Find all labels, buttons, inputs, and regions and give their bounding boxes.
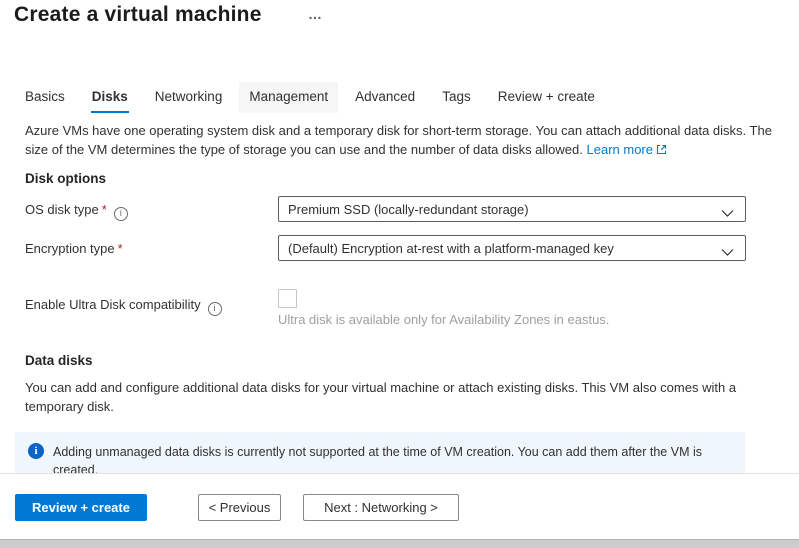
more-options-icon[interactable]: … (308, 6, 323, 22)
bottom-edge-bar (0, 539, 799, 548)
page-title: Create a virtual machine (14, 3, 262, 27)
intro-text: Azure VMs have one operating system disk… (25, 121, 787, 160)
info-icon[interactable]: i (208, 302, 222, 316)
tab-basics[interactable]: Basics (15, 82, 75, 113)
data-disks-heading: Data disks (25, 353, 93, 368)
required-asterisk: * (102, 202, 107, 217)
external-link-icon (656, 141, 667, 160)
encryption-type-dropdown[interactable]: (Default) Encryption at-rest with a plat… (278, 235, 746, 261)
info-icon[interactable]: i (114, 207, 128, 221)
ultra-disk-helper-text: Ultra disk is available only for Availab… (278, 312, 609, 327)
encryption-type-label: Encryption type* (25, 241, 123, 256)
tab-advanced[interactable]: Advanced (345, 82, 425, 113)
tab-disks[interactable]: Disks (82, 82, 138, 113)
footer-bar: Review + create < Previous Next : Networ… (0, 473, 799, 539)
next-networking-button[interactable]: Next : Networking > (303, 494, 459, 521)
info-circle-icon: i (28, 443, 44, 459)
tab-review-create[interactable]: Review + create (488, 82, 605, 113)
tab-networking[interactable]: Networking (145, 82, 233, 113)
create-vm-page: Create a virtual machine … Basics Disks … (0, 0, 799, 548)
tab-tags[interactable]: Tags (432, 82, 481, 113)
tab-management[interactable]: Management (239, 82, 338, 113)
ultra-disk-label: Enable Ultra Disk compatibilityi (25, 297, 222, 316)
chevron-down-icon (721, 206, 734, 221)
chevron-down-icon (721, 245, 734, 260)
disk-options-heading: Disk options (25, 171, 106, 186)
os-disk-type-label: OS disk type*i (25, 202, 128, 221)
tab-bar: Basics Disks Networking Management Advan… (15, 82, 605, 113)
ultra-disk-checkbox[interactable] (278, 289, 297, 308)
data-disks-description: You can add and configure additional dat… (25, 378, 773, 416)
learn-more-link[interactable]: Learn more (587, 142, 667, 157)
review-create-button[interactable]: Review + create (15, 494, 147, 521)
previous-button[interactable]: < Previous (198, 494, 281, 521)
required-asterisk: * (118, 241, 123, 256)
os-disk-type-dropdown[interactable]: Premium SSD (locally-redundant storage) (278, 196, 746, 222)
